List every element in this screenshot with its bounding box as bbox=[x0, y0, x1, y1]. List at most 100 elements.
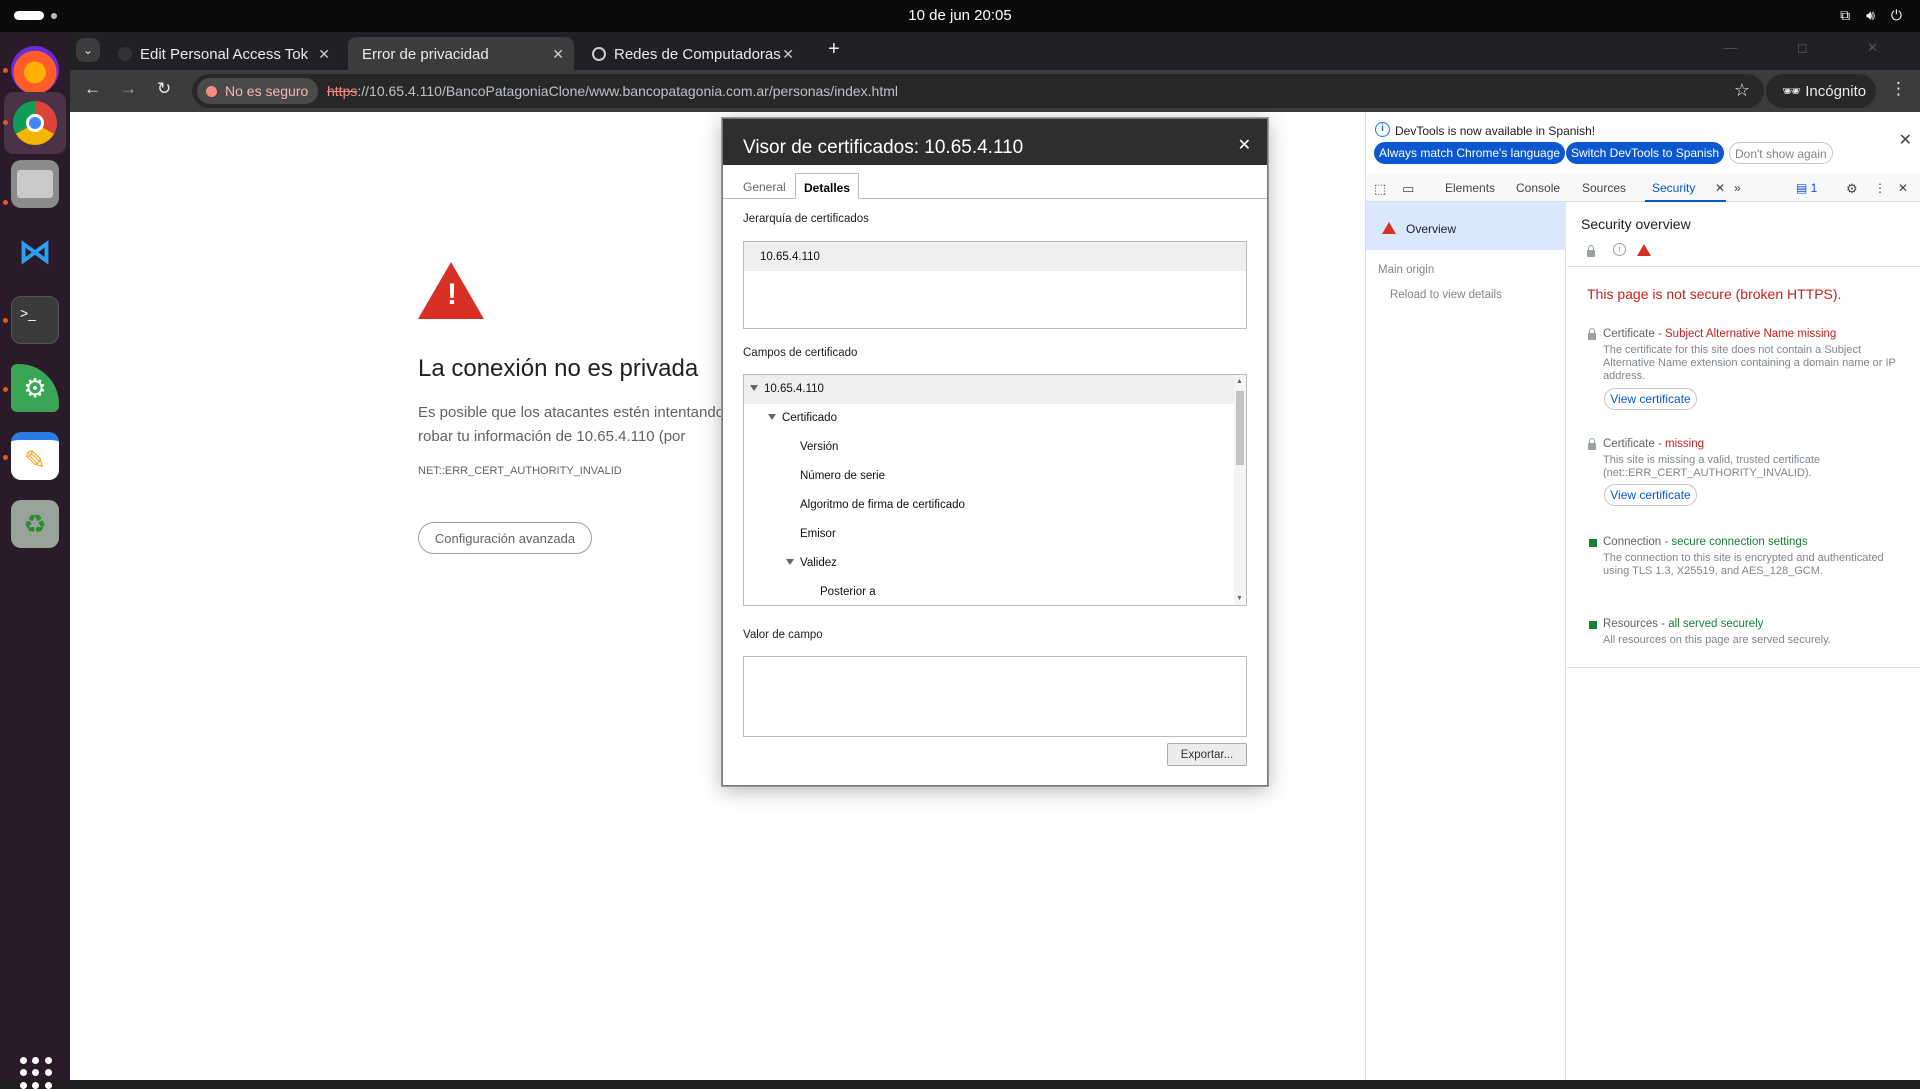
match-language-button[interactable]: Always match Chrome's language bbox=[1374, 142, 1566, 164]
warning-icon bbox=[1382, 222, 1396, 234]
tree-item[interactable]: Emisor bbox=[744, 520, 1246, 549]
scroll-down-icon[interactable]: ▼ bbox=[1236, 595, 1243, 602]
info-text: DevTools is now available in Spanish! bbox=[1395, 124, 1596, 138]
show-apps-grid-icon[interactable] bbox=[20, 1057, 52, 1089]
reload-details-link[interactable]: Reload to view details bbox=[1390, 289, 1502, 301]
url-scheme: https bbox=[327, 83, 358, 99]
expand-arrow-icon bbox=[786, 559, 794, 565]
new-tab-icon[interactable]: + bbox=[828, 38, 840, 61]
tab-security[interactable]: Security bbox=[1652, 181, 1695, 195]
devtools-menu-icon[interactable]: ⋮ bbox=[1874, 181, 1886, 195]
tab-sources[interactable]: Sources bbox=[1582, 181, 1626, 195]
close-tab-icon[interactable]: ✕ bbox=[552, 46, 564, 63]
switch-language-button[interactable]: Switch DevTools to Spanish bbox=[1566, 142, 1725, 164]
running-indicator bbox=[3, 318, 8, 323]
tab-redes[interactable]: Redes de Computadoras ✕ bbox=[578, 37, 804, 70]
scrollbar-thumb[interactable] bbox=[1236, 391, 1244, 465]
chrome-icon bbox=[13, 101, 57, 145]
running-indicator bbox=[3, 200, 8, 205]
overview-label: Overview bbox=[1406, 222, 1457, 236]
url-text[interactable]: https://10.65.4.110/BancoPatagoniaClone/… bbox=[327, 83, 898, 99]
sidebar-item-overview[interactable]: Overview bbox=[1366, 202, 1566, 250]
fields-tree[interactable]: 10.65.4.110 Certificado Versión Número d… bbox=[743, 374, 1247, 606]
text-editor-icon[interactable]: ✎ bbox=[11, 432, 59, 480]
files-icon[interactable] bbox=[11, 160, 59, 208]
incognito-icon: 🕶︎ bbox=[1782, 83, 1802, 100]
trash-icon[interactable]: ♻ bbox=[11, 500, 59, 548]
tab-label: Redes de Computadoras bbox=[614, 46, 781, 63]
menu-icon[interactable]: ⋮ bbox=[1890, 79, 1907, 99]
device-toolbar-icon[interactable]: ▭ bbox=[1402, 181, 1414, 197]
main-origin-label: Main origin bbox=[1378, 264, 1435, 276]
tab-privacy-error[interactable]: Error de privacidad ✕ bbox=[348, 37, 574, 70]
view-certificate-button[interactable]: View certificate bbox=[1604, 484, 1697, 506]
tree-scrollbar[interactable]: ▲ ▼ bbox=[1234, 375, 1246, 605]
not-secure-chip[interactable]: No es seguro bbox=[197, 78, 319, 104]
scroll-up-icon[interactable]: ▲ bbox=[1236, 378, 1243, 385]
running-indicator bbox=[3, 120, 8, 125]
app-icon[interactable]: ⚙ bbox=[11, 364, 59, 412]
dock: ⋈ >_ ⚙ ✎ ♻ bbox=[0, 32, 70, 1089]
forward-icon[interactable]: → bbox=[120, 79, 137, 99]
close-tab-icon[interactable]: ✕ bbox=[782, 46, 794, 63]
tab-details[interactable]: Detalles bbox=[795, 173, 860, 199]
tab-console[interactable]: Console bbox=[1516, 181, 1560, 195]
tree-item[interactable]: 10.65.4.110 bbox=[744, 375, 1246, 404]
dont-show-again-button[interactable]: Don't show again bbox=[1729, 142, 1833, 164]
tab-elements[interactable]: Elements bbox=[1445, 181, 1495, 195]
security-main: Security overview i This page is not sec… bbox=[1567, 202, 1920, 1080]
globe-icon bbox=[592, 47, 606, 61]
security-sidebar: Overview Main origin Reload to view deta… bbox=[1366, 202, 1566, 1080]
tree-item[interactable]: Validez bbox=[744, 549, 1246, 578]
divider bbox=[1567, 667, 1920, 668]
tree-item[interactable]: Certificado bbox=[744, 404, 1246, 433]
tree-item[interactable]: Algoritmo de firma de certificado bbox=[744, 491, 1246, 520]
firefox-icon[interactable] bbox=[11, 46, 59, 94]
close-dialog-icon[interactable]: ✕ bbox=[1238, 135, 1251, 155]
tree-item[interactable]: Número de serie bbox=[744, 462, 1246, 491]
incognito-indicator[interactable]: 🕶︎ Incógnito bbox=[1766, 74, 1876, 108]
tree-item[interactable]: Posterior a bbox=[744, 578, 1246, 605]
tab-search-icon[interactable]: ⌄ bbox=[76, 38, 100, 62]
warning-icon bbox=[1637, 244, 1651, 256]
close-tab-icon[interactable]: ✕ bbox=[318, 46, 330, 63]
section-status: missing bbox=[1665, 438, 1704, 450]
vscode-icon[interactable]: ⋈ bbox=[11, 228, 59, 276]
tab-general[interactable]: General bbox=[735, 173, 794, 199]
fields-label: Campos de certificado bbox=[743, 347, 858, 359]
advanced-button[interactable]: Configuración avanzada bbox=[418, 522, 592, 554]
system-tray[interactable]: ⧉ 🔊︎ ⏻ bbox=[1840, 7, 1902, 24]
omnibox[interactable]: No es seguro https://10.65.4.110/BancoPa… bbox=[192, 74, 1764, 108]
clock[interactable]: 10 de jun 20:05 bbox=[0, 7, 1920, 24]
url-rest: ://10.65.4.110/BancoPatagoniaClone/www.b… bbox=[357, 83, 899, 99]
volume-icon: 🔊︎ bbox=[1866, 7, 1875, 23]
section-status: Subject Alternative Name missing bbox=[1665, 328, 1837, 340]
export-button[interactable]: Exportar... bbox=[1167, 743, 1247, 766]
tree-item[interactable]: Versión bbox=[744, 433, 1246, 462]
expand-arrow-icon bbox=[750, 385, 758, 391]
view-certificate-button[interactable]: View certificate bbox=[1604, 388, 1697, 410]
window-controls[interactable]: — ◻ ✕ bbox=[1724, 40, 1906, 56]
hierarchy-item[interactable]: 10.65.4.110 bbox=[744, 242, 1246, 271]
close-infobar-icon[interactable]: ✕ bbox=[1899, 130, 1912, 150]
close-security-tab-icon[interactable]: ✕ bbox=[1715, 181, 1725, 195]
hierarchy-list[interactable]: 10.65.4.110 bbox=[743, 241, 1247, 329]
back-icon[interactable]: ← bbox=[84, 79, 101, 99]
terminal-icon[interactable]: >_ bbox=[11, 296, 59, 344]
section-heading: Resources - all served securely bbox=[1603, 618, 1764, 630]
issues-counter[interactable]: ▤ 1 bbox=[1796, 181, 1817, 195]
error-text: Es posible que los atacantes estén inten… bbox=[418, 404, 725, 445]
settings-gear-icon[interactable]: ⚙ bbox=[1846, 181, 1858, 197]
chrome-icon-bg[interactable] bbox=[4, 92, 66, 154]
more-tabs-icon[interactable]: » bbox=[1734, 181, 1741, 195]
reload-icon[interactable]: ↻ bbox=[157, 79, 171, 99]
tab-github[interactable]: Edit Personal Access Tok ✕ bbox=[104, 37, 340, 70]
warning-icon: ! bbox=[418, 262, 484, 319]
inspect-element-icon[interactable]: ⬚ bbox=[1374, 181, 1386, 197]
issues-count: 1 bbox=[1810, 181, 1818, 195]
not-secure-summary: This page is not secure (broken HTTPS). bbox=[1587, 286, 1842, 302]
field-value-box[interactable] bbox=[743, 656, 1247, 737]
close-devtools-icon[interactable]: ✕ bbox=[1898, 181, 1908, 195]
secure-square-icon bbox=[1589, 539, 1597, 547]
bookmark-star-icon[interactable]: ☆ bbox=[1734, 80, 1750, 101]
